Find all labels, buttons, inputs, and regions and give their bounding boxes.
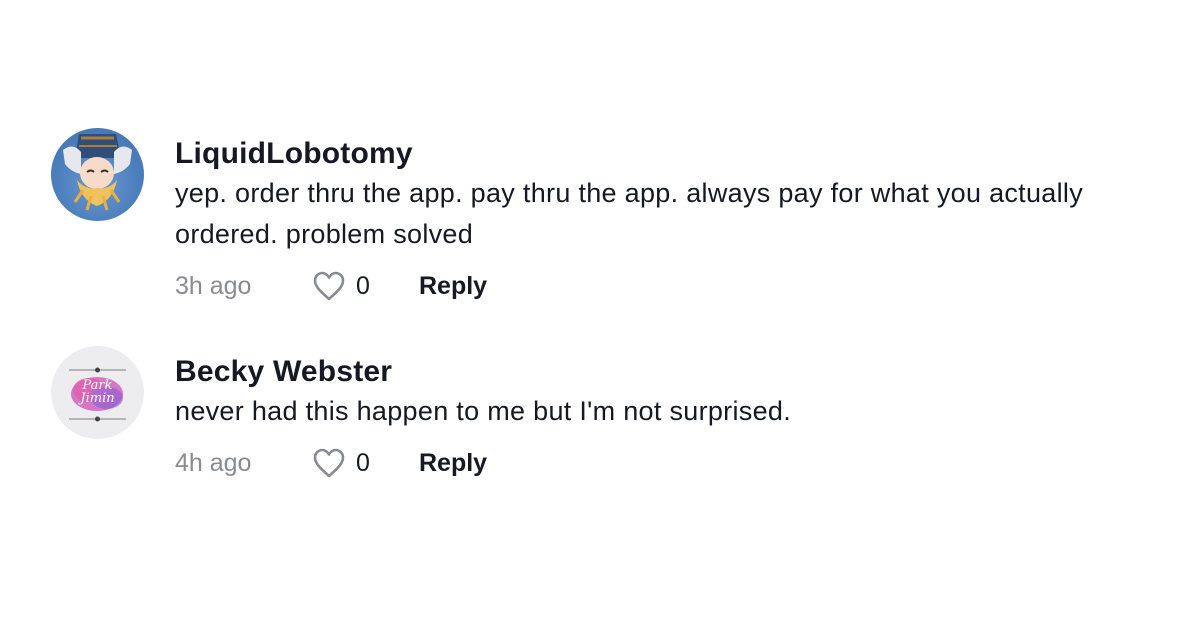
timestamp: 3h ago — [175, 271, 252, 300]
avatar[interactable]: Park Jimin — [51, 346, 144, 439]
like-count: 0 — [356, 448, 370, 477]
comment-meta: 3h ago 0 Reply — [175, 268, 1180, 304]
avatar[interactable] — [51, 128, 144, 221]
heart-icon — [313, 448, 345, 478]
like-button[interactable]: 0 — [312, 447, 419, 479]
comment-meta: 4h ago 0 Reply — [175, 445, 1180, 481]
anime-avatar-icon — [63, 134, 132, 211]
comment-body: Becky Webster never had this happen to m… — [175, 346, 1180, 481]
comment-body: LiquidLobotomy yep. order thru the app. … — [175, 128, 1180, 304]
like-count: 0 — [356, 271, 370, 300]
avatar-text: Park Jimin — [80, 378, 115, 406]
comment-text: yep. order thru the app. pay thru the ap… — [175, 178, 1084, 249]
timestamp: 4h ago — [175, 448, 252, 477]
reply-button[interactable]: Reply — [419, 449, 487, 478]
heart-icon — [313, 271, 345, 301]
reply-button[interactable]: Reply — [419, 272, 487, 301]
username[interactable]: Becky Webster — [175, 354, 1180, 390]
like-button[interactable]: 0 — [312, 270, 419, 302]
username[interactable]: LiquidLobotomy — [175, 136, 1180, 172]
comment-text: never had this happen to me but I'm not … — [175, 396, 791, 426]
